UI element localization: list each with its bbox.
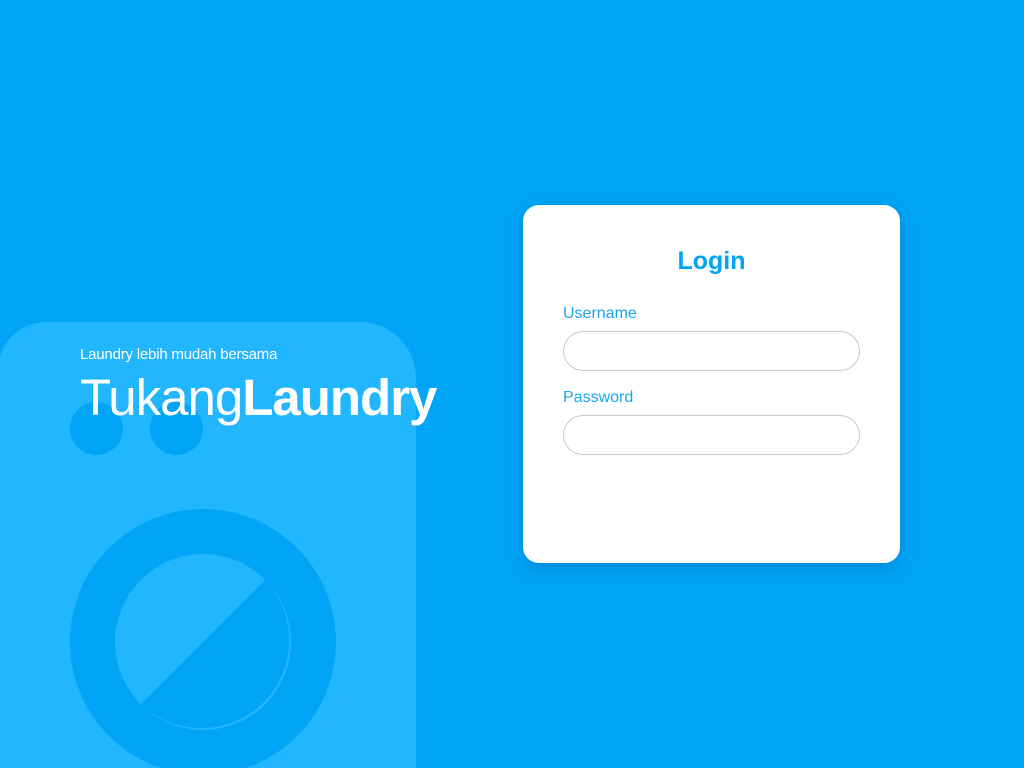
username-input[interactable] bbox=[563, 331, 860, 371]
washer-drum-icon bbox=[70, 509, 336, 768]
brand-name-bold: Laundry bbox=[242, 369, 437, 426]
brand-tagline: Laundry lebih mudah bersama bbox=[80, 346, 278, 363]
brand-name-light: Tukang bbox=[80, 369, 243, 426]
password-input[interactable] bbox=[563, 415, 860, 455]
password-label: Password bbox=[563, 389, 634, 406]
username-label: Username bbox=[563, 305, 637, 322]
brand-block: Laundry lebih mudah bersama TukangLaundr… bbox=[80, 344, 437, 426]
login-title: Login bbox=[677, 247, 746, 275]
login-card: Login Username Password bbox=[523, 205, 900, 563]
brand-logo-text: TukangLaundry bbox=[80, 369, 437, 426]
